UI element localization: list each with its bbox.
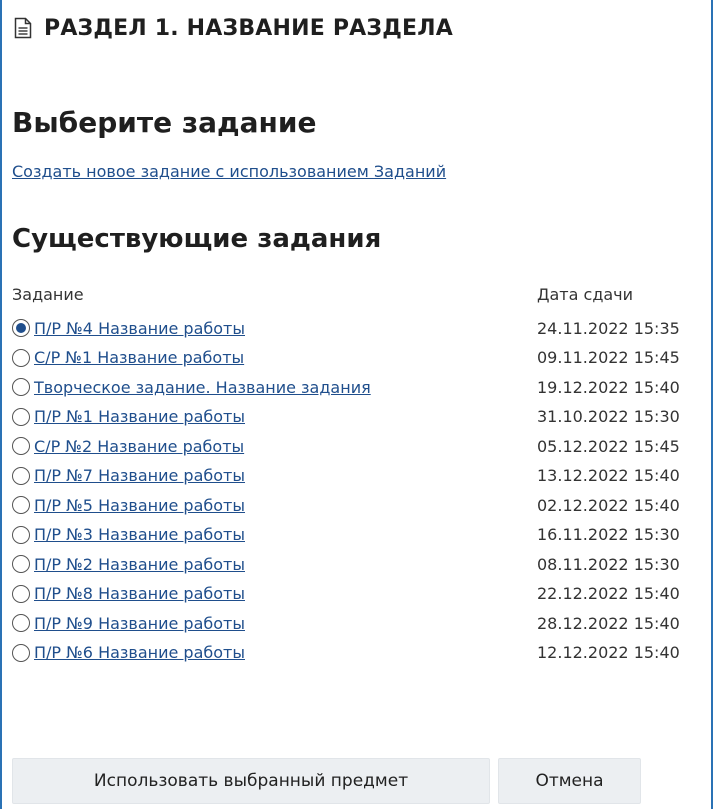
page-title: Выберите задание	[12, 106, 317, 139]
assignment-radio[interactable]	[12, 555, 30, 573]
assignment-due-date: 28.12.2022 15:40	[537, 613, 680, 633]
assignment-radio[interactable]	[12, 466, 30, 485]
assignment-due-date: 31.10.2022 15:30	[537, 407, 680, 426]
assignment-row[interactable]: П/Р №8 Название работы 22.12.2022 15:40	[12, 581, 726, 607]
section-header: РАЗДЕЛ 1. НАЗВАНИЕ РАЗДЕЛА	[14, 14, 453, 42]
assignment-row[interactable]: П/Р №9 Название работы 28.12.2022 15:40	[12, 610, 726, 636]
column-header-assignment: Задание	[12, 285, 84, 304]
assignment-row[interactable]: С/Р №2 Название работы 05.12.2022 15:45	[12, 433, 726, 459]
assignment-link[interactable]: С/Р №2 Название работы	[34, 437, 244, 456]
assignment-link[interactable]: С/Р №1 Название работы	[34, 348, 244, 367]
assignment-radio[interactable]	[12, 614, 30, 632]
assignment-due-date: 08.11.2022 15:30	[537, 554, 680, 574]
assignment-due-date: 13.12.2022 15:40	[537, 466, 680, 485]
assignment-link[interactable]: П/Р №9 Название работы	[34, 614, 245, 633]
assignment-due-date: 16.11.2022 15:30	[537, 525, 680, 544]
assignment-radio[interactable]	[12, 407, 30, 426]
assignment-radio[interactable]	[12, 319, 30, 337]
assignment-due-date: 12.12.2022 15:40	[537, 643, 680, 662]
assignment-row[interactable]: П/Р №2 Название работы 08.11.2022 15:30	[12, 551, 726, 577]
assignment-due-date: 02.12.2022 15:40	[537, 495, 680, 515]
assignment-row[interactable]: П/Р №5 Название работы 02.12.2022 15:40	[12, 492, 726, 518]
assignment-row[interactable]: П/Р №1 Название работы 31.10.2022 15:30	[12, 404, 726, 430]
document-icon	[14, 17, 32, 39]
assignment-due-date: 05.12.2022 15:45	[537, 436, 680, 456]
assignment-due-date: 22.12.2022 15:40	[537, 584, 680, 603]
assignment-link[interactable]: П/Р №8 Название работы	[34, 584, 245, 603]
assignment-radio[interactable]	[12, 348, 30, 367]
assignment-panel: РАЗДЕЛ 1. НАЗВАНИЕ РАЗДЕЛА Выберите зада…	[0, 0, 713, 809]
create-new-assignment-link[interactable]: Создать новое задание с использованием З…	[12, 162, 446, 181]
assignment-row[interactable]: Творческое задание. Название задания 19.1…	[12, 374, 726, 400]
assignment-row[interactable]: П/Р №3 Название работы 16.11.2022 15:30	[12, 522, 726, 548]
assignment-link[interactable]: П/Р №4 Название работы	[34, 319, 245, 338]
assignment-link[interactable]: П/Р №6 Название работы	[34, 643, 245, 662]
assignment-link[interactable]: П/Р №5 Название работы	[34, 496, 245, 515]
assignment-radio[interactable]	[12, 378, 30, 396]
assignment-row[interactable]: С/Р №1 Название работы 09.11.2022 15:45	[12, 345, 726, 371]
assignment-row[interactable]: П/Р №4 Название работы 24.11.2022 15:35	[12, 315, 726, 341]
assignment-link[interactable]: П/Р №3 Название работы	[34, 525, 245, 544]
assignment-due-date: 24.11.2022 15:35	[537, 318, 680, 338]
assignment-radio[interactable]	[12, 643, 30, 662]
assignment-due-date: 19.12.2022 15:40	[537, 377, 680, 397]
assignment-radio[interactable]	[12, 437, 30, 455]
assignment-row[interactable]: П/Р №7 Название работы 13.12.2022 15:40	[12, 463, 726, 489]
assignment-link[interactable]: Творческое задание. Название задания	[34, 378, 371, 397]
use-selected-button[interactable]: Использовать выбранный предмет	[12, 758, 490, 804]
assignment-due-date: 09.11.2022 15:45	[537, 348, 680, 367]
cancel-button[interactable]: Отмена	[498, 758, 641, 804]
radio-selected-dot	[16, 323, 26, 333]
assignment-radio[interactable]	[12, 584, 30, 603]
assignment-radio[interactable]	[12, 496, 30, 514]
existing-assignments-heading: Существующие задания	[12, 224, 382, 254]
assignment-link[interactable]: П/Р №7 Название работы	[34, 466, 245, 485]
assignment-link[interactable]: П/Р №1 Название работы	[34, 407, 245, 426]
assignment-link[interactable]: П/Р №2 Название работы	[34, 555, 245, 574]
section-title: РАЗДЕЛ 1. НАЗВАНИЕ РАЗДЕЛА	[44, 15, 453, 41]
assignment-row[interactable]: П/Р №6 Название работы 12.12.2022 15:40	[12, 640, 726, 666]
assignment-radio[interactable]	[12, 525, 30, 544]
column-header-due-date: Дата сдачи	[537, 285, 634, 304]
